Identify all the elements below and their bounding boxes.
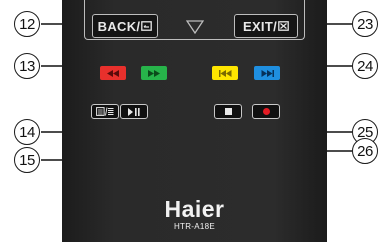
skip-forward-icon xyxy=(261,69,274,77)
callout-13: 13 xyxy=(14,53,40,79)
rewind-icon xyxy=(107,69,119,77)
text-mode-button[interactable] xyxy=(91,104,119,119)
model-number: HTR-A18E xyxy=(173,222,216,231)
text-mode-icon xyxy=(96,107,114,116)
record-icon xyxy=(262,108,270,115)
callout-14: 14 xyxy=(14,119,40,145)
down-arrow-icon[interactable] xyxy=(186,20,204,34)
stop-icon xyxy=(224,108,232,115)
callout-15: 15 xyxy=(14,147,40,173)
fast-forward-icon xyxy=(148,69,160,77)
remote-control-body: BACK/ EXIT/ Haier HTR-A18E xyxy=(62,0,327,242)
callout-24: 24 xyxy=(352,53,378,79)
callout-26: 26 xyxy=(352,138,378,164)
blue-skip-forward-button[interactable] xyxy=(254,66,280,80)
exit-close-icon xyxy=(278,21,289,31)
red-rewind-button[interactable] xyxy=(100,66,126,80)
record-button[interactable] xyxy=(252,104,280,119)
back-return-icon xyxy=(141,21,153,31)
callout-23: 23 xyxy=(352,11,378,37)
exit-button[interactable]: EXIT/ xyxy=(234,14,298,38)
exit-label: EXIT/ xyxy=(242,18,277,34)
green-fast-forward-button[interactable] xyxy=(141,66,167,80)
callout-12: 12 xyxy=(14,11,40,37)
stop-button[interactable] xyxy=(214,104,242,119)
back-label: BACK/ xyxy=(97,18,141,34)
play-pause-button[interactable] xyxy=(120,104,148,119)
play-pause-icon xyxy=(128,107,140,116)
skip-back-icon xyxy=(218,69,231,77)
yellow-skip-back-button[interactable] xyxy=(212,66,238,80)
brand-logo: Haier xyxy=(164,196,225,222)
back-button[interactable]: BACK/ xyxy=(92,14,158,38)
